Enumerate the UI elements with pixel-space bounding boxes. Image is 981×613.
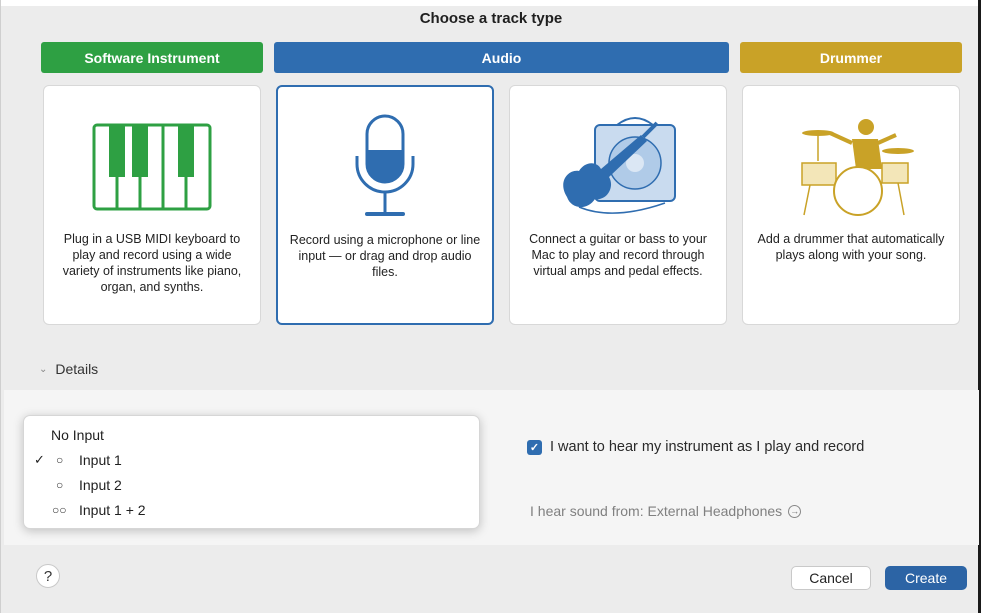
cancel-button[interactable]: Cancel	[791, 566, 871, 590]
menu-item-no-input[interactable]: No Input	[24, 424, 479, 446]
menu-item-input-2[interactable]: ○ Input 2	[24, 474, 479, 496]
tab-software-instrument[interactable]: Software Instrument	[41, 42, 263, 73]
tab-audio[interactable]: Audio	[274, 42, 729, 73]
menu-item-label: No Input	[51, 427, 104, 443]
microphone-icon	[278, 105, 492, 230]
menu-item-label: Input 1	[79, 452, 122, 468]
menu-item-label: Input 1 + 2	[79, 502, 146, 518]
mono-input-icon: ○	[56, 478, 64, 492]
checkmark-icon: ✓	[34, 452, 45, 467]
monitor-option[interactable]: ✓ I want to hear my instrument as I play…	[527, 439, 864, 455]
top-edge	[1, 0, 981, 6]
new-track-dialog: Choose a track type Software Instrument …	[0, 0, 981, 613]
card-drummer[interactable]: Add a drummer that automatically plays a…	[742, 85, 960, 325]
menu-item-label: Input 2	[79, 477, 122, 493]
monitor-label: I want to hear my instrument as I play a…	[550, 439, 865, 455]
output-label: I hear sound from: External Headphones	[530, 503, 783, 519]
arrow-right-circle-icon[interactable]: →	[788, 504, 802, 518]
card-description: Add a drummer that automatically plays a…	[757, 232, 945, 262]
guitar-amp-icon	[510, 104, 726, 229]
mono-input-icon: ○	[56, 453, 64, 467]
card-description: Record using a microphone or line input …	[289, 233, 481, 279]
menu-item-input-1[interactable]: ✓ ○ Input 1	[24, 449, 479, 471]
card-description: Connect a guitar or bass to your Mac to …	[529, 232, 707, 278]
chevron-down-icon: ⌄	[39, 363, 48, 375]
card-audio-microphone[interactable]: Record using a microphone or line input …	[276, 85, 494, 325]
input-popup-menu: No Input ✓ ○ Input 1 ○ Input 2 ○○ Input …	[23, 415, 480, 529]
details-label: Details	[55, 361, 99, 377]
stereo-input-icon: ○○	[52, 503, 67, 517]
help-button[interactable]: ?	[36, 564, 60, 588]
dialog-title: Choose a track type	[419, 10, 563, 27]
drummer-icon	[743, 104, 959, 229]
details-disclosure[interactable]: ⌄ Details	[39, 361, 98, 377]
monitor-checkbox[interactable]: ✓	[527, 439, 542, 455]
card-software-instrument[interactable]: Plug in a USB MIDI keyboard to play and …	[43, 85, 261, 325]
piano-keys-icon	[44, 104, 260, 229]
output-row: I hear sound from: External Headphones →	[530, 503, 802, 519]
card-description: Plug in a USB MIDI keyboard to play and …	[62, 232, 242, 294]
card-audio-guitar[interactable]: Connect a guitar or bass to your Mac to …	[509, 85, 727, 325]
tab-drummer[interactable]: Drummer	[740, 42, 962, 73]
create-button[interactable]: Create	[885, 566, 967, 590]
menu-item-input-1-2[interactable]: ○○ Input 1 + 2	[24, 499, 479, 521]
